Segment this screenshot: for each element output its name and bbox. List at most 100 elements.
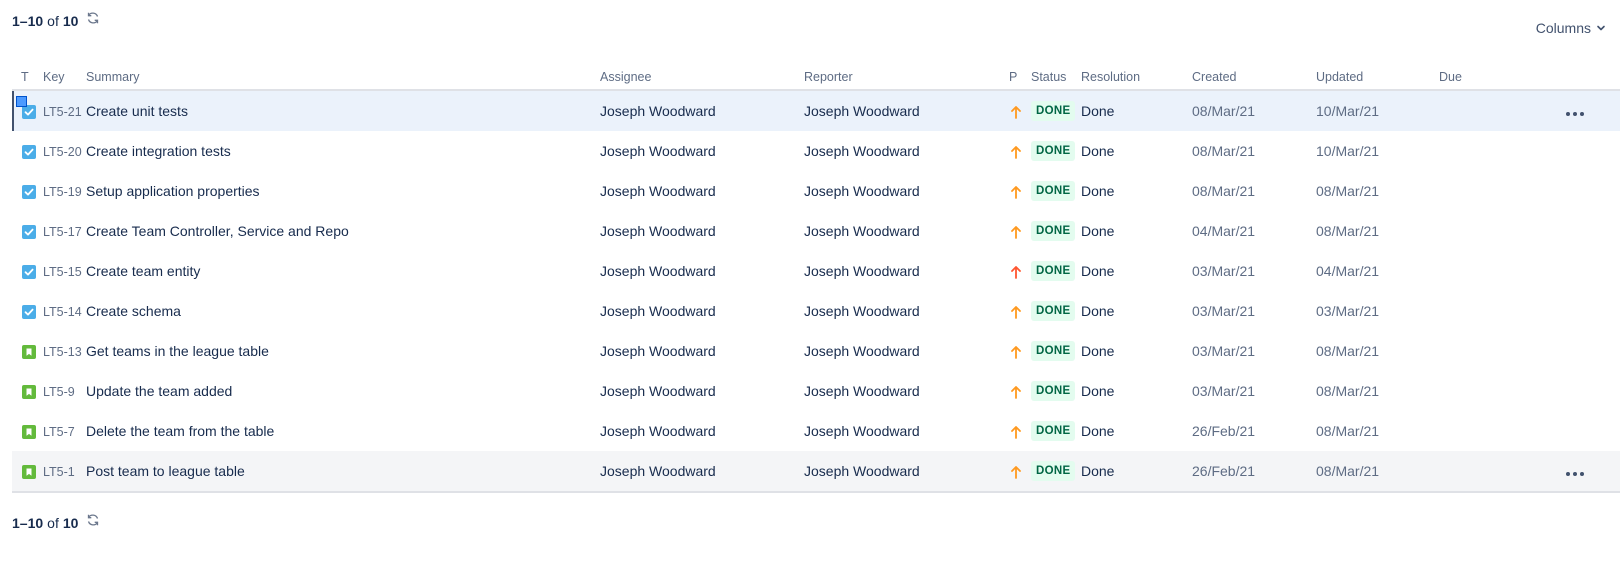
table-row[interactable]: LT5-17 Create Team Controller, Service an… [12,211,1620,251]
updated-date: 04/Mar/21 [1316,263,1380,279]
table-row[interactable]: LT5-21 Create unit tests Joseph Woodward Jo… [12,90,1620,131]
resolution: Done [1081,143,1115,159]
col-header-priority[interactable]: P [1009,65,1031,91]
issue-key[interactable]: LT5-21 [43,105,82,119]
refresh-icon[interactable] [86,513,100,527]
table-row[interactable]: LT5-1 Post team to league table Joseph Woo… [12,451,1620,493]
pager-range: 1–10 [12,515,44,531]
cell-due-date [1439,90,1499,131]
updated-date: 03/Mar/21 [1316,303,1380,319]
issue-summary[interactable]: Post team to league table [86,463,245,479]
issue-key[interactable]: LT5-19 [43,185,82,199]
col-header-assignee[interactable]: Assignee [600,65,804,91]
issue-summary[interactable]: Create unit tests [86,103,188,119]
assignee: Joseph Woodward [600,103,716,119]
table-row[interactable]: LT5-19 Setup application properties Joseph… [12,171,1620,211]
reporter: Joseph Woodward [804,423,920,439]
col-header-updated[interactable]: Updated [1316,65,1439,91]
cell-status: DONE [1031,451,1081,493]
issue-key[interactable]: LT5-9 [43,385,75,399]
col-header-due[interactable]: Due [1439,65,1499,91]
cell-assignee: Joseph Woodward [600,90,804,131]
updated-date: 08/Mar/21 [1316,183,1380,199]
cell-issue-key: LT5-13 [43,331,86,371]
issue-summary[interactable]: Update the team added [86,383,232,399]
cell-priority [1009,131,1031,171]
assignee: Joseph Woodward [600,343,716,359]
col-header-resolution[interactable]: Resolution [1081,65,1192,91]
created-date: 03/Mar/21 [1192,303,1256,319]
cell-status: DONE [1031,331,1081,371]
cell-actions [1499,90,1620,131]
cell-due-date [1439,451,1499,493]
row-select-checkbox[interactable] [16,96,27,107]
table-row[interactable]: LT5-15 Create team entity Joseph Woodward J… [12,251,1620,291]
table-row[interactable]: LT5-13 Get teams in the league table Josep… [12,331,1620,371]
issue-summary[interactable]: Create Team Controller, Service and Repo [86,223,349,239]
cell-status: DONE [1031,251,1081,291]
cell-type [12,211,43,251]
cell-issue-summary: Setup application properties [86,171,600,211]
pager-bottom: 1–10 of 10 [12,513,100,531]
more-actions-icon[interactable] [1566,112,1584,116]
created-date: 03/Mar/21 [1192,383,1256,399]
resolution: Done [1081,303,1115,319]
cell-resolution: Done [1081,411,1192,451]
col-header-summary[interactable]: Summary [86,65,600,91]
cell-updated-date: 08/Mar/21 [1316,411,1439,451]
columns-button[interactable]: Columns [1536,20,1606,36]
table-row[interactable]: LT5-14 Create schema Joseph Woodward Joseph… [12,291,1620,331]
updated-date: 08/Mar/21 [1316,383,1380,399]
cell-assignee: Joseph Woodward [600,211,804,251]
table-row[interactable]: LT5-7 Delete the team from the table Josep… [12,411,1620,451]
cell-created-date: 03/Mar/21 [1192,371,1316,411]
bookmark-icon [22,385,36,400]
issue-key[interactable]: LT5-15 [43,265,82,279]
table-row[interactable]: LT5-9 Update the team added Joseph Woodwar… [12,371,1620,411]
col-header-created[interactable]: Created [1192,65,1316,91]
cell-status: DONE [1031,211,1081,251]
col-header-reporter[interactable]: Reporter [804,65,1009,91]
issue-key[interactable]: LT5-1 [43,465,75,479]
arrow-up-icon [1009,104,1023,120]
cell-issue-summary: Update the team added [86,371,600,411]
arrow-up-icon [1009,264,1023,280]
cell-status: DONE [1031,371,1081,411]
issue-summary[interactable]: Delete the team from the table [86,423,274,439]
issue-key[interactable]: LT5-7 [43,425,75,439]
issue-summary[interactable]: Create team entity [86,263,200,279]
cell-due-date [1439,291,1499,331]
cell-reporter: Joseph Woodward [804,171,1009,211]
more-actions-icon[interactable] [1566,472,1584,476]
cell-created-date: 04/Mar/21 [1192,211,1316,251]
cell-updated-date: 10/Mar/21 [1316,131,1439,171]
issue-key[interactable]: LT5-17 [43,225,82,239]
issue-summary[interactable]: Setup application properties [86,183,260,199]
cell-reporter: Joseph Woodward [804,411,1009,451]
issue-key[interactable]: LT5-14 [43,305,82,319]
cell-created-date: 08/Mar/21 [1192,131,1316,171]
cell-type [12,371,43,411]
issue-key[interactable]: LT5-20 [43,145,82,159]
col-header-status[interactable]: Status [1031,65,1081,91]
checkbox-icon [22,305,36,320]
cell-reporter: Joseph Woodward [804,131,1009,171]
issue-summary[interactable]: Create schema [86,303,181,319]
created-date: 03/Mar/21 [1192,343,1256,359]
cell-issue-summary: Get teams in the league table [86,331,600,371]
cell-issue-key: LT5-19 [43,171,86,211]
issue-summary[interactable]: Get teams in the league table [86,343,269,359]
arrow-up-icon [1009,144,1023,160]
cell-resolution: Done [1081,211,1192,251]
cell-updated-date: 10/Mar/21 [1316,90,1439,131]
cell-priority [1009,211,1031,251]
col-header-key[interactable]: Key [43,65,86,91]
table-row[interactable]: LT5-20 Create integration tests Joseph Woo… [12,131,1620,171]
reporter: Joseph Woodward [804,383,920,399]
issue-key[interactable]: LT5-13 [43,345,82,359]
col-header-type[interactable]: T [12,65,43,91]
refresh-icon[interactable] [86,11,100,25]
cell-priority [1009,291,1031,331]
cell-issue-summary: Create team entity [86,251,600,291]
issue-summary[interactable]: Create integration tests [86,143,231,159]
